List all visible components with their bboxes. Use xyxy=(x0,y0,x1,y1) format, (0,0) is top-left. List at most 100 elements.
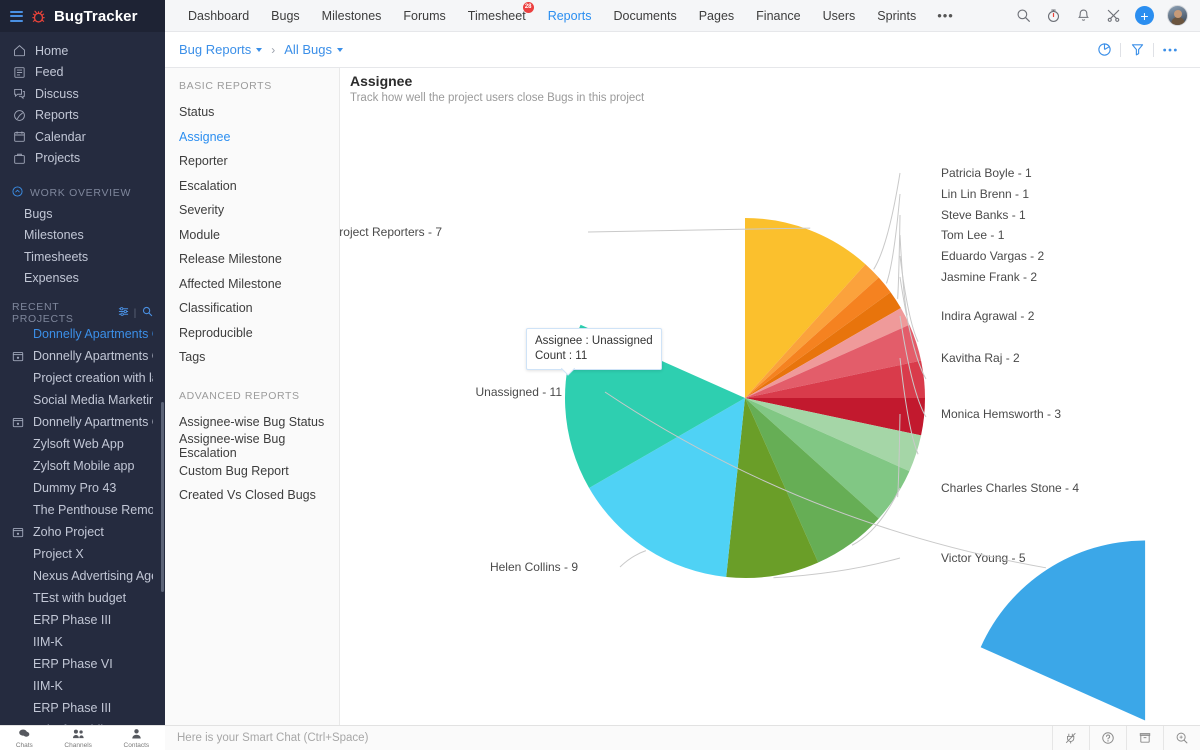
brand-name: BugTracker xyxy=(54,7,138,25)
sidebar-project-item[interactable]: Social Media Marketing xyxy=(0,389,165,411)
chat-bar-item-channels[interactable]: Channels xyxy=(64,727,92,749)
sidebar-project-item[interactable]: ERP Phase VI xyxy=(0,653,165,675)
sidebar-project-item[interactable]: IIM-K xyxy=(0,675,165,697)
smart-chat-input[interactable]: Here is your Smart Chat (Ctrl+Space) xyxy=(165,732,1052,744)
top-nav-tab-forums[interactable]: Forums xyxy=(392,9,456,23)
sidebar-project-item[interactable]: ERP Phase III xyxy=(0,697,165,719)
breadcrumb-item-all-bugs[interactable]: All Bugs xyxy=(284,42,343,57)
sidebar-project-item[interactable]: ERP Phase III xyxy=(0,609,165,631)
chart-type-icon[interactable] xyxy=(1088,39,1120,61)
more-options-icon[interactable] xyxy=(1154,39,1186,61)
sidebar-project-item[interactable]: Zoho Project xyxy=(0,521,165,543)
report-item-severity[interactable]: Severity xyxy=(165,198,339,223)
sidebar-project-item[interactable]: Zylsoft Mobile app xyxy=(0,719,165,725)
report-item-escalation[interactable]: Escalation xyxy=(165,174,339,199)
top-nav-tab-pages[interactable]: Pages xyxy=(688,9,745,23)
sidebar-project-item[interactable]: Nexus Advertising Agen xyxy=(0,565,165,587)
sidebar-project-item[interactable]: Donnelly Apartments C xyxy=(0,345,165,367)
sidebar-item-home[interactable]: Home xyxy=(0,40,165,62)
report-item-reporter[interactable]: Reporter xyxy=(165,149,339,174)
sidebar-project-item[interactable]: Zylsoft Web App xyxy=(0,433,165,455)
top-nav-tab-sprints[interactable]: Sprints xyxy=(866,9,927,23)
archive-icon[interactable] xyxy=(1126,726,1163,750)
filter-icon[interactable] xyxy=(1121,39,1153,61)
home-icon xyxy=(12,44,26,58)
sidebar-project-label: Donnelly Apartments C xyxy=(33,349,153,363)
report-item-module[interactable]: Module xyxy=(165,223,339,248)
chat-bar-item-contacts[interactable]: Contacts xyxy=(123,727,150,749)
report-item-created-vs-closed-bugs[interactable]: Created Vs Closed Bugs xyxy=(165,483,339,508)
top-nav-tab-timesheet[interactable]: Timesheet 28 xyxy=(457,1,537,23)
sidebar-project-label: Zylsoft Mobile app xyxy=(33,723,134,725)
contacts-icon xyxy=(131,727,142,742)
search-icon[interactable] xyxy=(1015,7,1032,24)
sidebar-project-item[interactable]: Zylsoft Mobile app xyxy=(0,455,165,477)
add-button[interactable]: + xyxy=(1135,6,1154,25)
zoom-search-icon[interactable] xyxy=(1163,726,1200,750)
sidebar-project-item[interactable]: Dummy Pro 43 xyxy=(0,477,165,499)
report-item-reproducible[interactable]: Reproducible xyxy=(165,321,339,346)
sidebar-item-projects[interactable]: Projects xyxy=(0,148,165,170)
top-nav-tab-documents[interactable]: Documents xyxy=(602,9,687,23)
report-item-assignee[interactable]: Assignee xyxy=(165,125,339,150)
sidebar-item-milestones[interactable]: Milestones xyxy=(0,225,165,247)
report-item-assignee-wise-bug-status[interactable]: Assignee-wise Bug Status xyxy=(165,410,339,435)
report-item-release-milestone[interactable]: Release Milestone xyxy=(165,247,339,272)
sidebar-project-item[interactable]: Donnelly Apartments C xyxy=(0,411,165,433)
pie-slice-label: Indira Agrawal - 2 xyxy=(941,309,1035,323)
report-item-status[interactable]: Status xyxy=(165,100,339,125)
top-nav-tab-dashboard[interactable]: Dashboard xyxy=(177,9,260,23)
report-item-custom-bug-report[interactable]: Custom Bug Report xyxy=(165,459,339,484)
top-nav-tab-reports[interactable]: Reports xyxy=(537,9,603,23)
report-content: Assignee Track how well the project user… xyxy=(340,68,1200,725)
sidebar-item-label: Projects xyxy=(35,151,81,166)
report-item-affected-milestone[interactable]: Affected Milestone xyxy=(165,272,339,297)
filter-icon[interactable] xyxy=(118,306,129,320)
left-sidebar: BugTracker Home Feed Discuss Reports Calenda… xyxy=(0,0,165,750)
basic-reports-items: Status Assignee Reporter Escalation Severity… xyxy=(165,100,339,370)
sidebar-project-item[interactable]: TEst with budget xyxy=(0,587,165,609)
top-nav-tab-milestones[interactable]: Milestones xyxy=(311,9,393,23)
bell-icon[interactable] xyxy=(1075,7,1092,24)
hamburger-icon[interactable] xyxy=(10,10,23,22)
tools-icon[interactable] xyxy=(1105,7,1122,24)
pie-chart: Non-Project Reporters - 7 Patricia Boyle … xyxy=(340,68,1200,725)
breadcrumb-item-bug-reports[interactable]: Bug Reports xyxy=(179,42,263,57)
pie-chart-svg[interactable]: Non-Project Reporters - 7 Patricia Boyle … xyxy=(340,68,1200,725)
user-avatar[interactable] xyxy=(1167,5,1188,26)
report-item-assignee-wise-bug-escalation[interactable]: Assignee-wise Bug Escalation xyxy=(165,432,339,460)
chat-bar-item-chats[interactable]: Chats xyxy=(16,727,33,749)
sidebar-item-feed[interactable]: Feed xyxy=(0,62,165,84)
sidebar-item-timesheets[interactable]: Timesheets xyxy=(0,246,165,268)
top-nav-tab-label: Pages xyxy=(698,8,735,23)
sidebar-scrollbar[interactable] xyxy=(161,402,164,592)
pie-slice[interactable] xyxy=(980,540,1146,721)
sidebar-project-item[interactable]: Donnelly Apartments C xyxy=(0,323,165,345)
plug-off-icon[interactable] xyxy=(1052,726,1089,750)
sidebar-item-calendar[interactable]: Calendar xyxy=(0,126,165,148)
timer-icon[interactable] xyxy=(1045,7,1062,24)
sidebar-item-label: Discuss xyxy=(35,86,79,101)
top-nav-tab-label: Finance xyxy=(756,8,801,23)
work-overview-header[interactable]: WORK OVERVIEW xyxy=(0,183,165,203)
sidebar-item-bugs[interactable]: Bugs xyxy=(0,203,165,225)
search-icon[interactable] xyxy=(142,306,153,320)
top-nav-tab-finance[interactable]: Finance xyxy=(745,9,811,23)
help-icon[interactable] xyxy=(1089,726,1126,750)
sidebar-project-label: Zylsoft Web App xyxy=(33,437,124,451)
report-item-classification[interactable]: Classification xyxy=(165,296,339,321)
sidebar-project-item[interactable]: Project X xyxy=(0,543,165,565)
sidebar-project-item[interactable]: IIM-K xyxy=(0,631,165,653)
top-nav-tab-users[interactable]: Users xyxy=(812,9,867,23)
top-nav-tab-bugs[interactable]: Bugs xyxy=(260,9,311,23)
sidebar-item-reports[interactable]: Reports xyxy=(0,105,165,127)
chat-bar-label: Contacts xyxy=(123,742,150,749)
top-nav-more-button[interactable]: ••• xyxy=(927,8,964,23)
sidebar-project-item[interactable]: Project creation with la xyxy=(0,367,165,389)
sidebar-item-discuss[interactable]: Discuss xyxy=(0,83,165,105)
sidebar-project-label: Project creation with la xyxy=(33,371,153,385)
sidebar-item-expenses[interactable]: Expenses xyxy=(0,268,165,290)
report-item-tags[interactable]: Tags xyxy=(165,345,339,370)
sidebar-project-item[interactable]: The Penthouse Remode xyxy=(0,499,165,521)
top-nav-actions: + xyxy=(1015,5,1188,26)
